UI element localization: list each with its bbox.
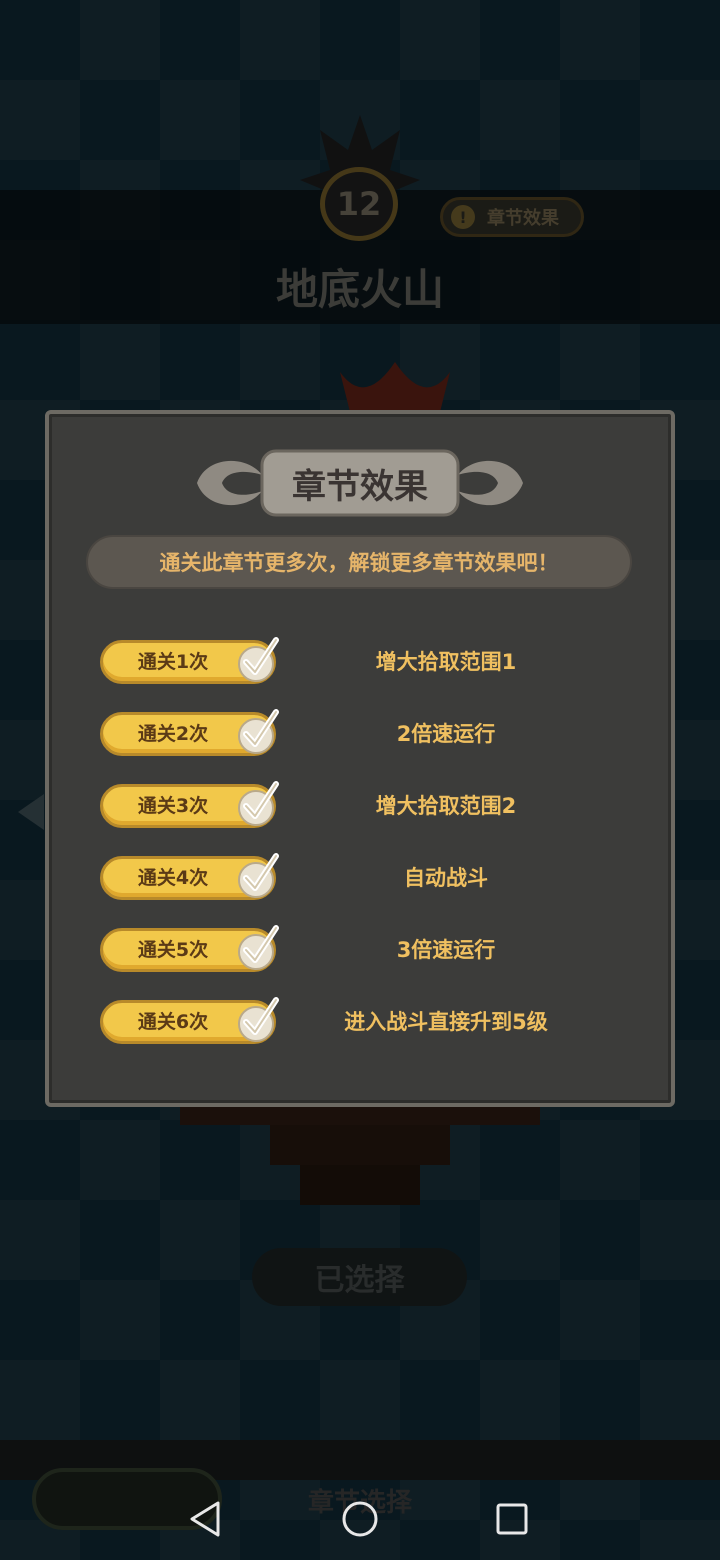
check-icon: [238, 853, 279, 898]
back-triangle-icon[interactable]: [184, 1497, 228, 1541]
effect-row: 通关5次 3倍速运行: [0, 925, 720, 974]
effect-row: 通关2次 2倍速运行: [0, 709, 720, 758]
effect-row: 通关6次 进入战斗直接升到5级: [0, 997, 720, 1046]
effect-label: 3倍速运行: [396, 938, 496, 962]
modal-title: 章节效果: [292, 467, 428, 507]
effect-row: 通关4次 自动战斗: [0, 853, 720, 902]
requirement-label: 通关1次: [137, 651, 209, 673]
effect-row: 通关1次 增大拾取范围1: [0, 637, 720, 686]
check-icon: [238, 925, 279, 970]
effect-label: 自动战斗: [404, 866, 488, 890]
check-icon: [238, 781, 279, 826]
modal-hint: 通关此章节更多次，解锁更多章节效果吧！: [86, 535, 632, 589]
effect-row: 通关3次 增大拾取范围2: [0, 781, 720, 830]
effect-label: 2倍速运行: [396, 722, 496, 746]
recent-square-icon[interactable]: [490, 1497, 534, 1541]
requirement-label: 通关6次: [137, 1011, 209, 1033]
effect-label: 增大拾取范围2: [375, 794, 517, 818]
requirement-label: 通关2次: [137, 723, 209, 745]
requirement-label: 通关5次: [137, 939, 209, 961]
effect-label: 进入战斗直接升到5级: [344, 1010, 548, 1034]
home-circle-icon[interactable]: [338, 1497, 382, 1541]
check-icon: [238, 709, 279, 754]
requirement-label: 通关3次: [137, 795, 209, 817]
requirement-label: 通关4次: [137, 867, 209, 889]
check-icon: [238, 637, 279, 682]
check-icon: [238, 997, 279, 1042]
effect-label: 增大拾取范围1: [375, 650, 517, 674]
